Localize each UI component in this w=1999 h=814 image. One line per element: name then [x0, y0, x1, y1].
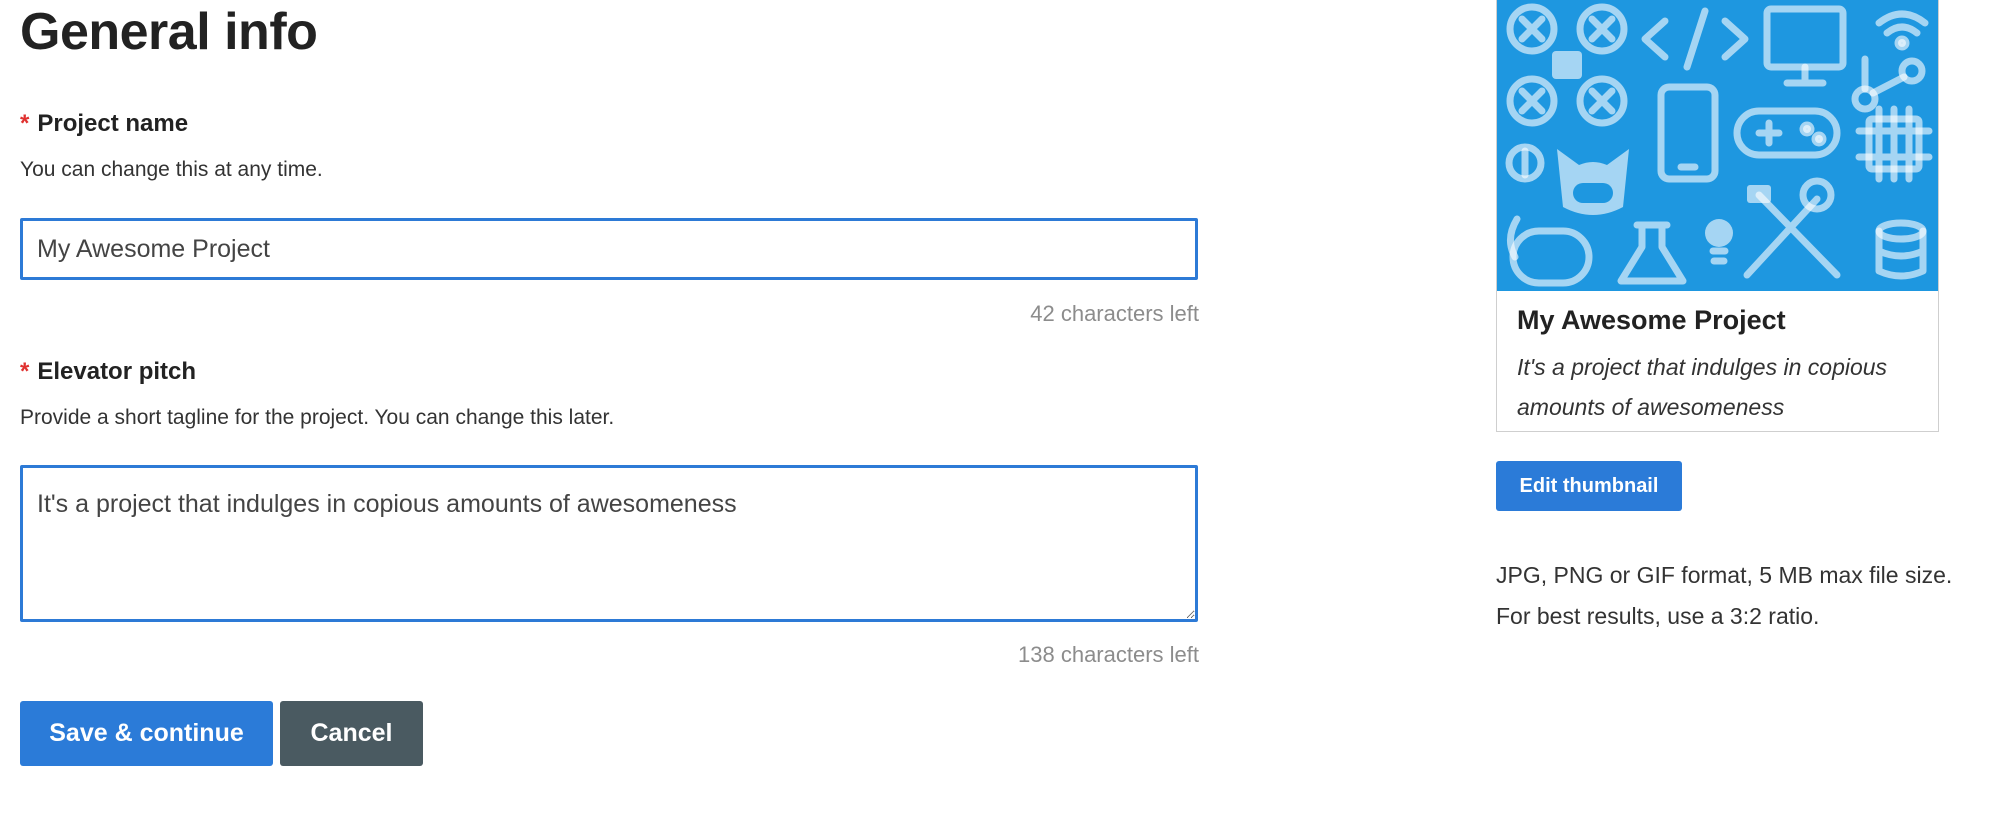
- mouse-icon: [1507, 215, 1593, 287]
- page-title: General info: [20, 3, 318, 61]
- elevator-pitch-label: * Elevator pitch: [20, 358, 196, 386]
- edit-thumbnail-button[interactable]: Edit thumbnail: [1496, 461, 1682, 511]
- elevator-pitch-help: Provide a short tagline for the project.…: [20, 406, 615, 429]
- monitor-icon: [1763, 5, 1847, 87]
- project-name-label: * Project name: [20, 110, 188, 138]
- preview-pitch: It's a project that indulges in copious …: [1517, 354, 1888, 420]
- dollar-icon: [1505, 143, 1545, 183]
- lightbulb-icon: [1705, 219, 1733, 265]
- tools-icon: [1743, 177, 1841, 279]
- elevator-pitch-label-text: Elevator pitch: [37, 358, 197, 385]
- project-name-label-text: Project name: [37, 110, 189, 137]
- database-icon: [1875, 219, 1927, 280]
- wifi-icon: [1875, 10, 1929, 51]
- drone-icon: [1506, 3, 1628, 127]
- project-name-help: You can change this at any time.: [20, 158, 323, 181]
- elevator-pitch-counter: 138 characters left: [1018, 642, 1199, 667]
- save-continue-button[interactable]: Save & continue: [20, 701, 273, 766]
- elevator-pitch-textarea[interactable]: It's a project that indulges in copious …: [20, 465, 1198, 622]
- chip-icon: [1855, 105, 1933, 183]
- cancel-button[interactable]: Cancel: [280, 701, 423, 766]
- code-icon: [1641, 7, 1749, 71]
- flask-icon: [1617, 221, 1687, 285]
- file-format-note: JPG, PNG or GIF format, 5 MB max file si…: [1496, 562, 1953, 629]
- octocat-icon: [1557, 149, 1629, 215]
- project-preview-card: My Awesome Project It's a project that i…: [1496, 0, 1939, 432]
- graph-icon: [1851, 55, 1926, 113]
- required-marker: *: [20, 358, 30, 385]
- phone-icon: [1657, 83, 1719, 183]
- project-name-input[interactable]: [20, 218, 1198, 280]
- gamepad-icon: [1733, 107, 1841, 159]
- project-thumbnail: [1497, 0, 1938, 291]
- preview-title: My Awesome Project: [1517, 305, 1786, 335]
- required-marker: *: [20, 110, 30, 137]
- project-name-counter: 42 characters left: [1030, 301, 1199, 326]
